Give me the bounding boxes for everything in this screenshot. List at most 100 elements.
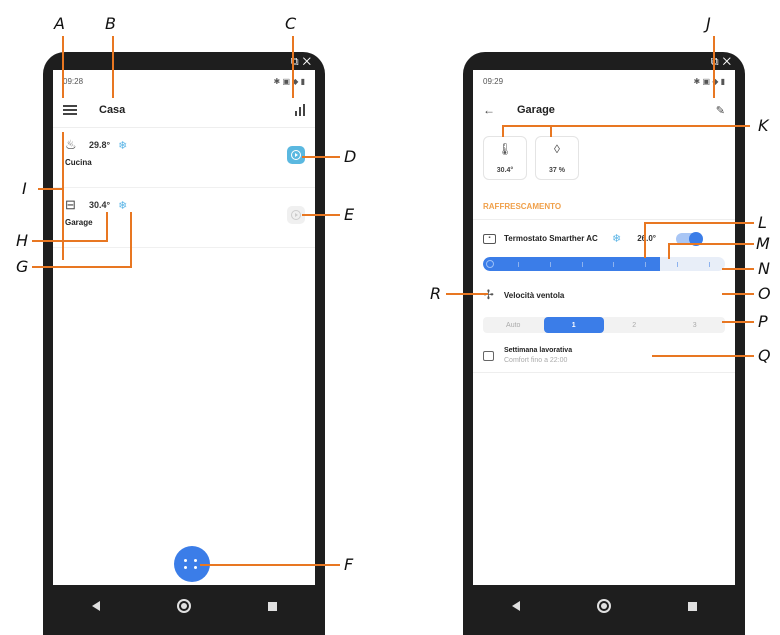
fan-speed-2[interactable]: 2 — [604, 317, 665, 333]
callout-label-c: C — [285, 14, 297, 33]
callout-label-n: N — [758, 259, 770, 278]
phone-right: ⧉✕ 09:29 ✱ ▣ ◆ ▮ ← Garage ✎ 🌡 30.4° ◊ 37… — [463, 52, 745, 635]
callout-line-k-h — [502, 125, 750, 127]
callout-label-g: G — [16, 257, 29, 276]
room-name: Garage — [65, 218, 93, 227]
stove-icon: ♨ — [65, 137, 77, 152]
status-bar: 09:29 ✱ ▣ ◆ ▮ — [473, 70, 735, 92]
window-controls-icon: ⧉✕ — [290, 56, 315, 68]
callout-line-o — [722, 293, 754, 295]
sensor-cards: 🌡 30.4° ◊ 37 % — [473, 128, 735, 188]
room-card-garage[interactable]: ⊟ 30.4° ❄ Garage — [53, 188, 315, 248]
callout-line-m-h — [668, 243, 754, 245]
callout-line-e — [302, 214, 340, 216]
app-bar: ← Garage ✎ — [473, 92, 735, 128]
fan-speed-1[interactable]: 1 — [543, 317, 604, 333]
callout-line-l-v — [644, 222, 646, 258]
section-title: RAFFRESCAMENTO — [473, 188, 735, 220]
home-nav-icon[interactable] — [176, 599, 191, 613]
room-detail-screen: 09:29 ✱ ▣ ◆ ▮ ← Garage ✎ 🌡 30.4° ◊ 37 % … — [473, 70, 735, 585]
callout-line-b — [112, 36, 114, 98]
callout-label-l: L — [758, 213, 767, 232]
page-title: Garage — [517, 104, 555, 116]
status-time: 09:28 — [63, 76, 84, 86]
temperature-slider[interactable] — [483, 257, 725, 271]
humidity-sensor-card: ◊ 37 % — [535, 136, 579, 180]
fan-icon: ✢ — [483, 287, 494, 302]
temperature-sensor-card: 🌡 30.4° — [483, 136, 527, 180]
garage-icon: ⊟ — [65, 197, 76, 212]
back-arrow-icon[interactable]: ← — [483, 103, 495, 117]
callout-line-n — [722, 268, 754, 270]
recents-nav-icon[interactable] — [687, 601, 697, 611]
callout-line-i-v — [62, 132, 64, 260]
edit-pencil-icon[interactable]: ✎ — [716, 104, 725, 117]
consumption-chart-icon[interactable] — [295, 103, 305, 116]
callout-label-k: K — [758, 116, 769, 135]
callout-line-a — [62, 36, 64, 98]
status-icons: ✱ ▣ ◆ ▮ — [273, 76, 305, 86]
callout-line-c — [292, 36, 294, 98]
cooling-snowflake-icon: ❄ — [118, 199, 128, 212]
callout-label-b: B — [105, 14, 116, 33]
callout-label-e: E — [344, 205, 355, 224]
schedule-subtitle: Comfort fino a 22:00 — [504, 357, 568, 364]
callout-line-i-h — [38, 188, 64, 190]
callout-line-l-h — [644, 222, 754, 224]
status-bar: 09:28 ✱ ▣ ◆ ▮ — [53, 70, 315, 92]
thermostat-name: Termostato Smarther AC — [504, 233, 598, 243]
cooling-snowflake-icon: ❄ — [612, 233, 622, 245]
callout-label-o: O — [758, 284, 771, 303]
room-name: Cucina — [65, 158, 92, 167]
callout-line-h-h — [32, 240, 108, 242]
callout-line-d — [302, 156, 340, 158]
room-card-cucina[interactable]: ♨ 29.8° ❄ Cucina — [53, 128, 315, 188]
android-nav-bar — [473, 591, 735, 621]
menu-icon[interactable] — [63, 104, 77, 115]
home-screen: 09:28 ✱ ▣ ◆ ▮ Casa ♨ 29.8° ❄ Cucina ⊟ 30… — [53, 70, 315, 585]
callout-line-q — [652, 355, 754, 357]
callout-line-h-v — [106, 212, 108, 242]
slider-play-icon — [486, 260, 494, 268]
back-nav-icon[interactable] — [91, 601, 100, 611]
page-title: Casa — [99, 103, 126, 116]
callout-label-h: H — [16, 231, 29, 250]
fan-speed-selector[interactable]: Auto 1 2 3 — [483, 317, 725, 333]
humidity-drop-icon: ◊ — [554, 142, 560, 156]
fan-speed-label: Velocità ventola — [503, 290, 565, 300]
callout-line-f — [200, 564, 340, 566]
thermostat-row[interactable]: ▪ Termostato Smarther AC ❄ 26.0° — [473, 220, 735, 251]
callout-line-r — [446, 293, 488, 295]
recents-nav-icon[interactable] — [267, 601, 277, 611]
sensor-value: 30.4° — [496, 167, 514, 174]
room-temperature: 29.8° — [89, 140, 111, 150]
fan-speed-auto[interactable]: Auto — [483, 317, 544, 333]
fan-speed-header: ✢ Velocità ventola — [473, 277, 735, 311]
room-active-button[interactable] — [287, 146, 305, 164]
callout-label-a: A — [54, 14, 65, 33]
home-nav-icon[interactable] — [596, 599, 611, 613]
room-temperature: 30.4° — [89, 200, 111, 210]
callout-label-m: M — [756, 234, 770, 253]
thermometer-icon: 🌡 — [497, 142, 513, 156]
status-icons: ✱ ▣ ◆ ▮ — [693, 76, 725, 86]
callout-label-i: I — [22, 179, 27, 198]
callout-label-d: D — [344, 147, 357, 166]
android-nav-bar — [53, 591, 315, 621]
cooling-snowflake-icon: ❄ — [118, 139, 128, 152]
callout-line-m-v — [668, 243, 670, 259]
setpoint-temperature: 26.0° — [637, 234, 656, 243]
callout-line-j — [713, 36, 715, 98]
back-nav-icon[interactable] — [511, 601, 520, 611]
callout-label-f: F — [344, 555, 354, 574]
slider-ticks — [483, 257, 725, 271]
callout-line-g-v — [130, 212, 132, 268]
callout-line-p — [722, 321, 754, 323]
callout-line-g-h — [32, 266, 132, 268]
app-bar: Casa — [53, 92, 315, 128]
fan-speed-3[interactable]: 3 — [665, 317, 726, 333]
callout-label-j: J — [706, 14, 711, 33]
status-time: 09:29 — [483, 76, 504, 86]
calendar-icon — [483, 351, 494, 361]
sensor-value: 37 % — [549, 167, 565, 174]
